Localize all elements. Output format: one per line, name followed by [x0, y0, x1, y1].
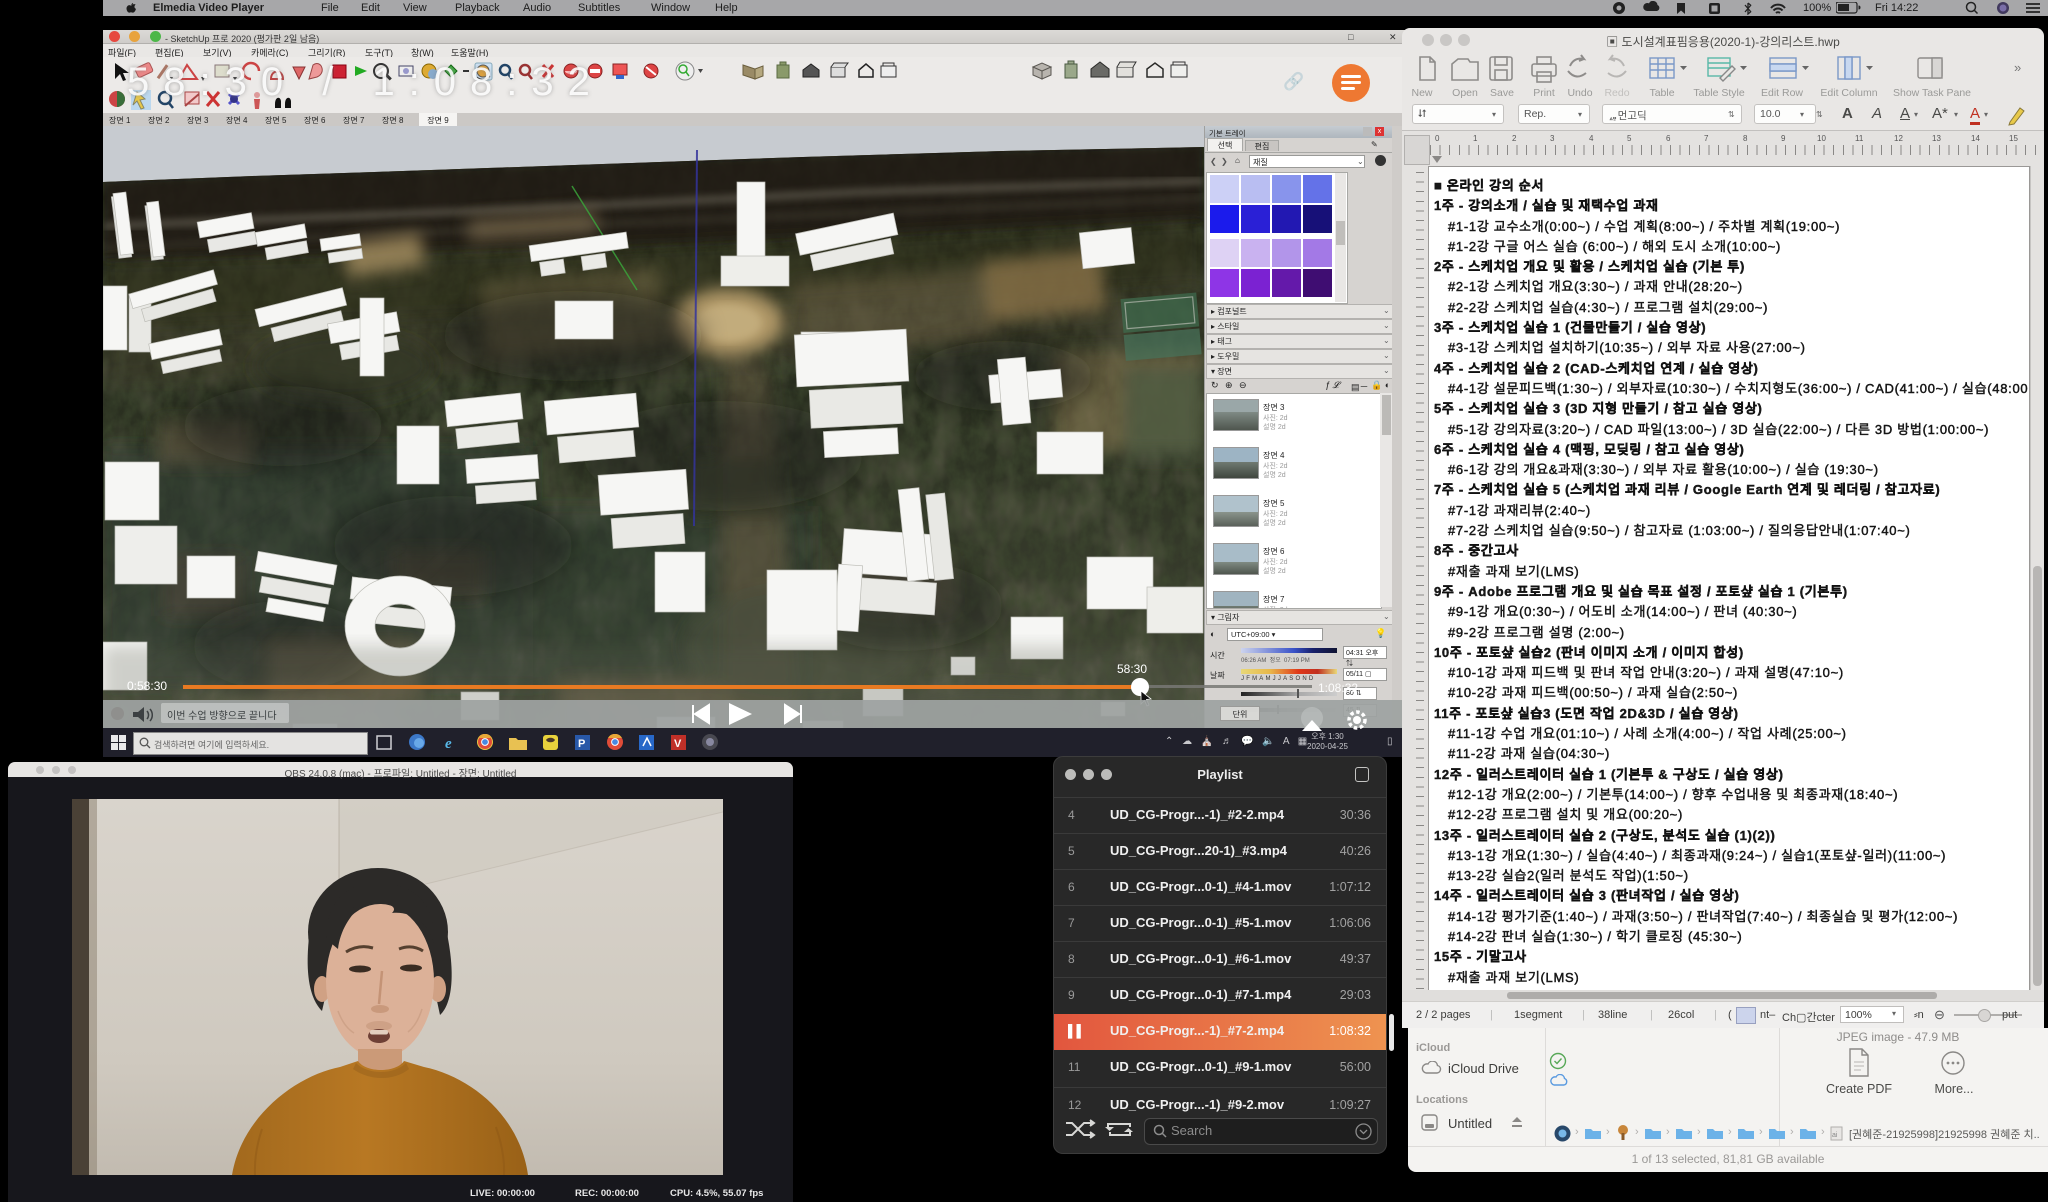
svg-text:V: V [674, 738, 682, 750]
svg-text:»: » [2014, 60, 2021, 75]
svg-text:ai: ai [1832, 1132, 1838, 1139]
svg-text:P: P [578, 738, 585, 750]
svg-text:e: e [445, 736, 452, 752]
